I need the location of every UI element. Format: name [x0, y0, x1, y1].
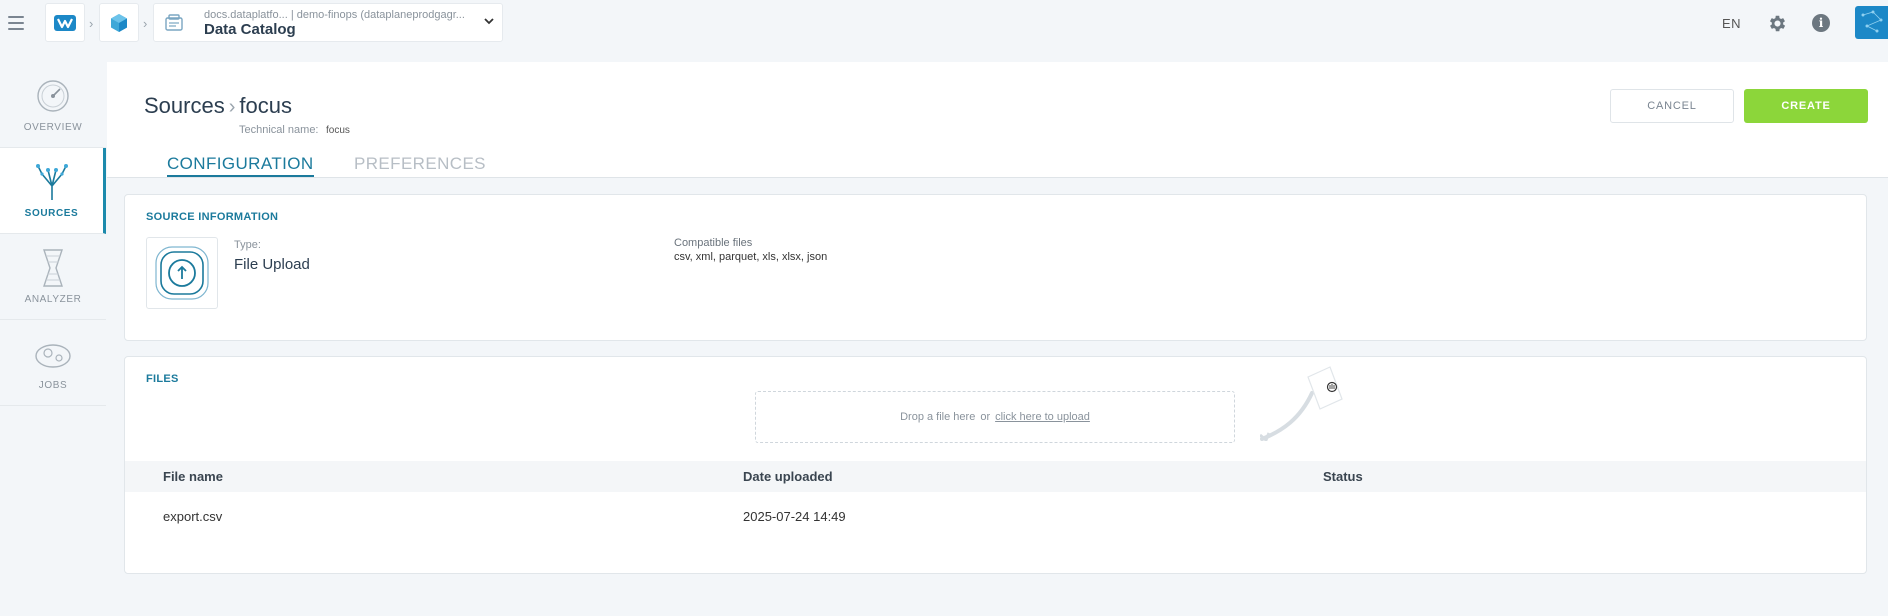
- breadcrumb-separator: ›: [143, 16, 148, 31]
- technical-name-label: Technical name:: [239, 124, 319, 136]
- context-app-name: docs.dataplatfo... | demo-finops (datapl…: [204, 9, 465, 21]
- sidebar-item-analyzer[interactable]: ANALYZER: [0, 234, 106, 320]
- sidebar-item-jobs[interactable]: JOBS: [0, 320, 106, 406]
- brand-logo-icon: [54, 14, 76, 31]
- sidebar-item-label: ANALYZER: [24, 294, 82, 305]
- compatible-files-label: Compatible files: [674, 237, 753, 249]
- file-upload-icon: [155, 246, 209, 300]
- sidebar-item-label: OVERVIEW: [23, 122, 83, 133]
- chevron-right-icon: ›: [228, 96, 236, 118]
- top-bar: › › docs.dataplatfo... | demo-finops (da…: [0, 0, 1888, 48]
- breadcrumb: Sources › focus: [144, 93, 292, 119]
- gear-icon[interactable]: [1767, 13, 1788, 34]
- page-title: focus: [239, 93, 292, 118]
- date-uploaded-cell: 2025-07-24 14:49: [743, 508, 846, 524]
- sidebar-item-label: SOURCES: [24, 208, 79, 219]
- sidebar: OVERVIEW SOURCES ANALYZER JOBS: [0, 62, 106, 406]
- page-header: Sources › focus Technical name: focus CONF…: [107, 62, 1888, 178]
- section-title: FILES: [146, 373, 179, 385]
- tab-preferences[interactable]: PREFERENCES: [354, 154, 486, 174]
- files-card: FILES Drop a file here or click here to …: [124, 356, 1867, 574]
- project-button[interactable]: [99, 3, 139, 42]
- upload-link[interactable]: click here to upload: [995, 411, 1090, 423]
- technical-name-value: focus: [326, 125, 350, 136]
- sidebar-item-label: JOBS: [38, 380, 68, 391]
- cancel-button[interactable]: CANCEL: [1610, 89, 1734, 123]
- drag-file-illustration-icon: [1260, 366, 1343, 441]
- tab-configuration[interactable]: CONFIGURATION: [167, 154, 314, 177]
- section-title: SOURCE INFORMATION: [146, 211, 279, 223]
- jobs-icon: [35, 344, 71, 368]
- files-table-header: File name Date uploaded Status: [125, 461, 1866, 492]
- drop-text: Drop a file here: [900, 411, 976, 423]
- type-label: Type:: [234, 239, 261, 251]
- main-content: Sources › focus Technical name: focus CONF…: [107, 62, 1888, 616]
- table-row[interactable]: export.csv 2025-07-24 14:49: [125, 493, 1866, 539]
- info-icon[interactable]: i: [1812, 14, 1830, 32]
- avatar[interactable]: [1855, 6, 1888, 39]
- cube-icon: [111, 13, 127, 32]
- sidebar-item-sources[interactable]: SOURCES: [0, 148, 106, 234]
- source-information-card: SOURCE INFORMATION Type: File Upload Com…: [124, 194, 1867, 341]
- create-button[interactable]: CREATE: [1744, 89, 1868, 123]
- column-header-file-name[interactable]: File name: [163, 469, 223, 484]
- context-title: Data Catalog: [204, 21, 296, 38]
- compatible-files-value: csv, xml, parquet, xls, xlsx, json: [674, 251, 828, 263]
- column-header-status[interactable]: Status: [1323, 469, 1363, 484]
- source-type-tile: [146, 237, 218, 309]
- language-selector[interactable]: EN: [1722, 16, 1741, 31]
- file-dropzone[interactable]: Drop a file here or click here to upload: [755, 391, 1235, 443]
- breadcrumb-parent[interactable]: Sources: [144, 93, 225, 118]
- org-logo-button[interactable]: [45, 3, 85, 42]
- column-header-date-uploaded[interactable]: Date uploaded: [743, 469, 833, 484]
- gauge-icon: [37, 80, 69, 112]
- avatar-pattern-icon: [1861, 10, 1883, 33]
- analyzer-icon: [43, 249, 63, 287]
- breadcrumb-separator: ›: [89, 16, 94, 31]
- chevron-down-icon[interactable]: [482, 14, 496, 28]
- or-text: or: [980, 411, 991, 423]
- menu-icon[interactable]: [8, 16, 24, 30]
- sources-tree-icon: [35, 164, 68, 200]
- type-value: File Upload: [234, 256, 310, 273]
- sidebar-item-overview[interactable]: OVERVIEW: [0, 62, 106, 148]
- file-name-cell: export.csv: [163, 508, 223, 524]
- catalog-icon: [165, 13, 183, 31]
